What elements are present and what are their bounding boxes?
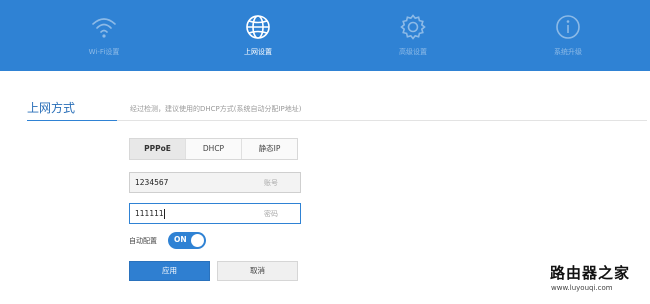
account-input[interactable] — [130, 173, 255, 192]
section-divider — [27, 120, 647, 121]
toggle-knob — [191, 234, 204, 247]
watermark-url: www.luyouqi.com — [551, 284, 613, 292]
toggle-state-text: ON — [174, 235, 187, 244]
nav-item-wifi-settings[interactable]: Wi-Fi设置 — [44, 0, 164, 71]
nav-item-advanced-settings[interactable]: 高级设置 — [353, 0, 473, 71]
apply-button[interactable]: 应用 — [129, 261, 210, 281]
tab-dhcp[interactable]: DHCP — [186, 139, 242, 159]
top-navigation-bar: Wi-Fi设置 上网设置 高级设置 系统升级 — [0, 0, 650, 71]
auto-config-toggle[interactable]: ON — [168, 232, 206, 249]
auto-config-label: 自动配置 — [129, 237, 157, 245]
info-icon — [555, 14, 581, 40]
text-cursor — [164, 209, 165, 219]
account-field[interactable]: 账号 — [129, 172, 301, 193]
nav-label-wifi-settings: Wi-Fi设置 — [88, 48, 120, 56]
site-watermark: 路由器之家 www.luyouqi.com — [548, 262, 648, 302]
nav-label-internet-settings: 上网设置 — [244, 48, 272, 56]
connection-type-tabs: PPPoE DHCP 静态IP — [129, 138, 298, 160]
nav-item-internet-settings[interactable]: 上网设置 — [198, 0, 318, 71]
password-field-label: 密码 — [264, 210, 278, 218]
globe-icon — [245, 14, 271, 40]
watermark-title: 路由器之家 — [550, 264, 631, 282]
nav-label-system-upgrade: 系统升级 — [554, 48, 582, 56]
account-field-label: 账号 — [264, 179, 278, 187]
password-field[interactable]: 密码 — [129, 203, 301, 224]
gear-icon — [400, 14, 426, 40]
section-hint: 经过检测，建议使用的DHCP方式(系统自动分配IP地址) — [130, 105, 302, 113]
section-title: 上网方式 — [27, 101, 76, 115]
cancel-button[interactable]: 取消 — [217, 261, 298, 281]
section-divider-accent — [27, 120, 117, 121]
tab-static-ip[interactable]: 静态IP — [242, 139, 297, 159]
tab-pppoe[interactable]: PPPoE — [130, 139, 186, 159]
nav-label-advanced-settings: 高级设置 — [399, 48, 427, 56]
wifi-icon — [91, 14, 117, 40]
nav-item-system-upgrade[interactable]: 系统升级 — [508, 0, 628, 71]
password-input[interactable] — [130, 204, 255, 223]
